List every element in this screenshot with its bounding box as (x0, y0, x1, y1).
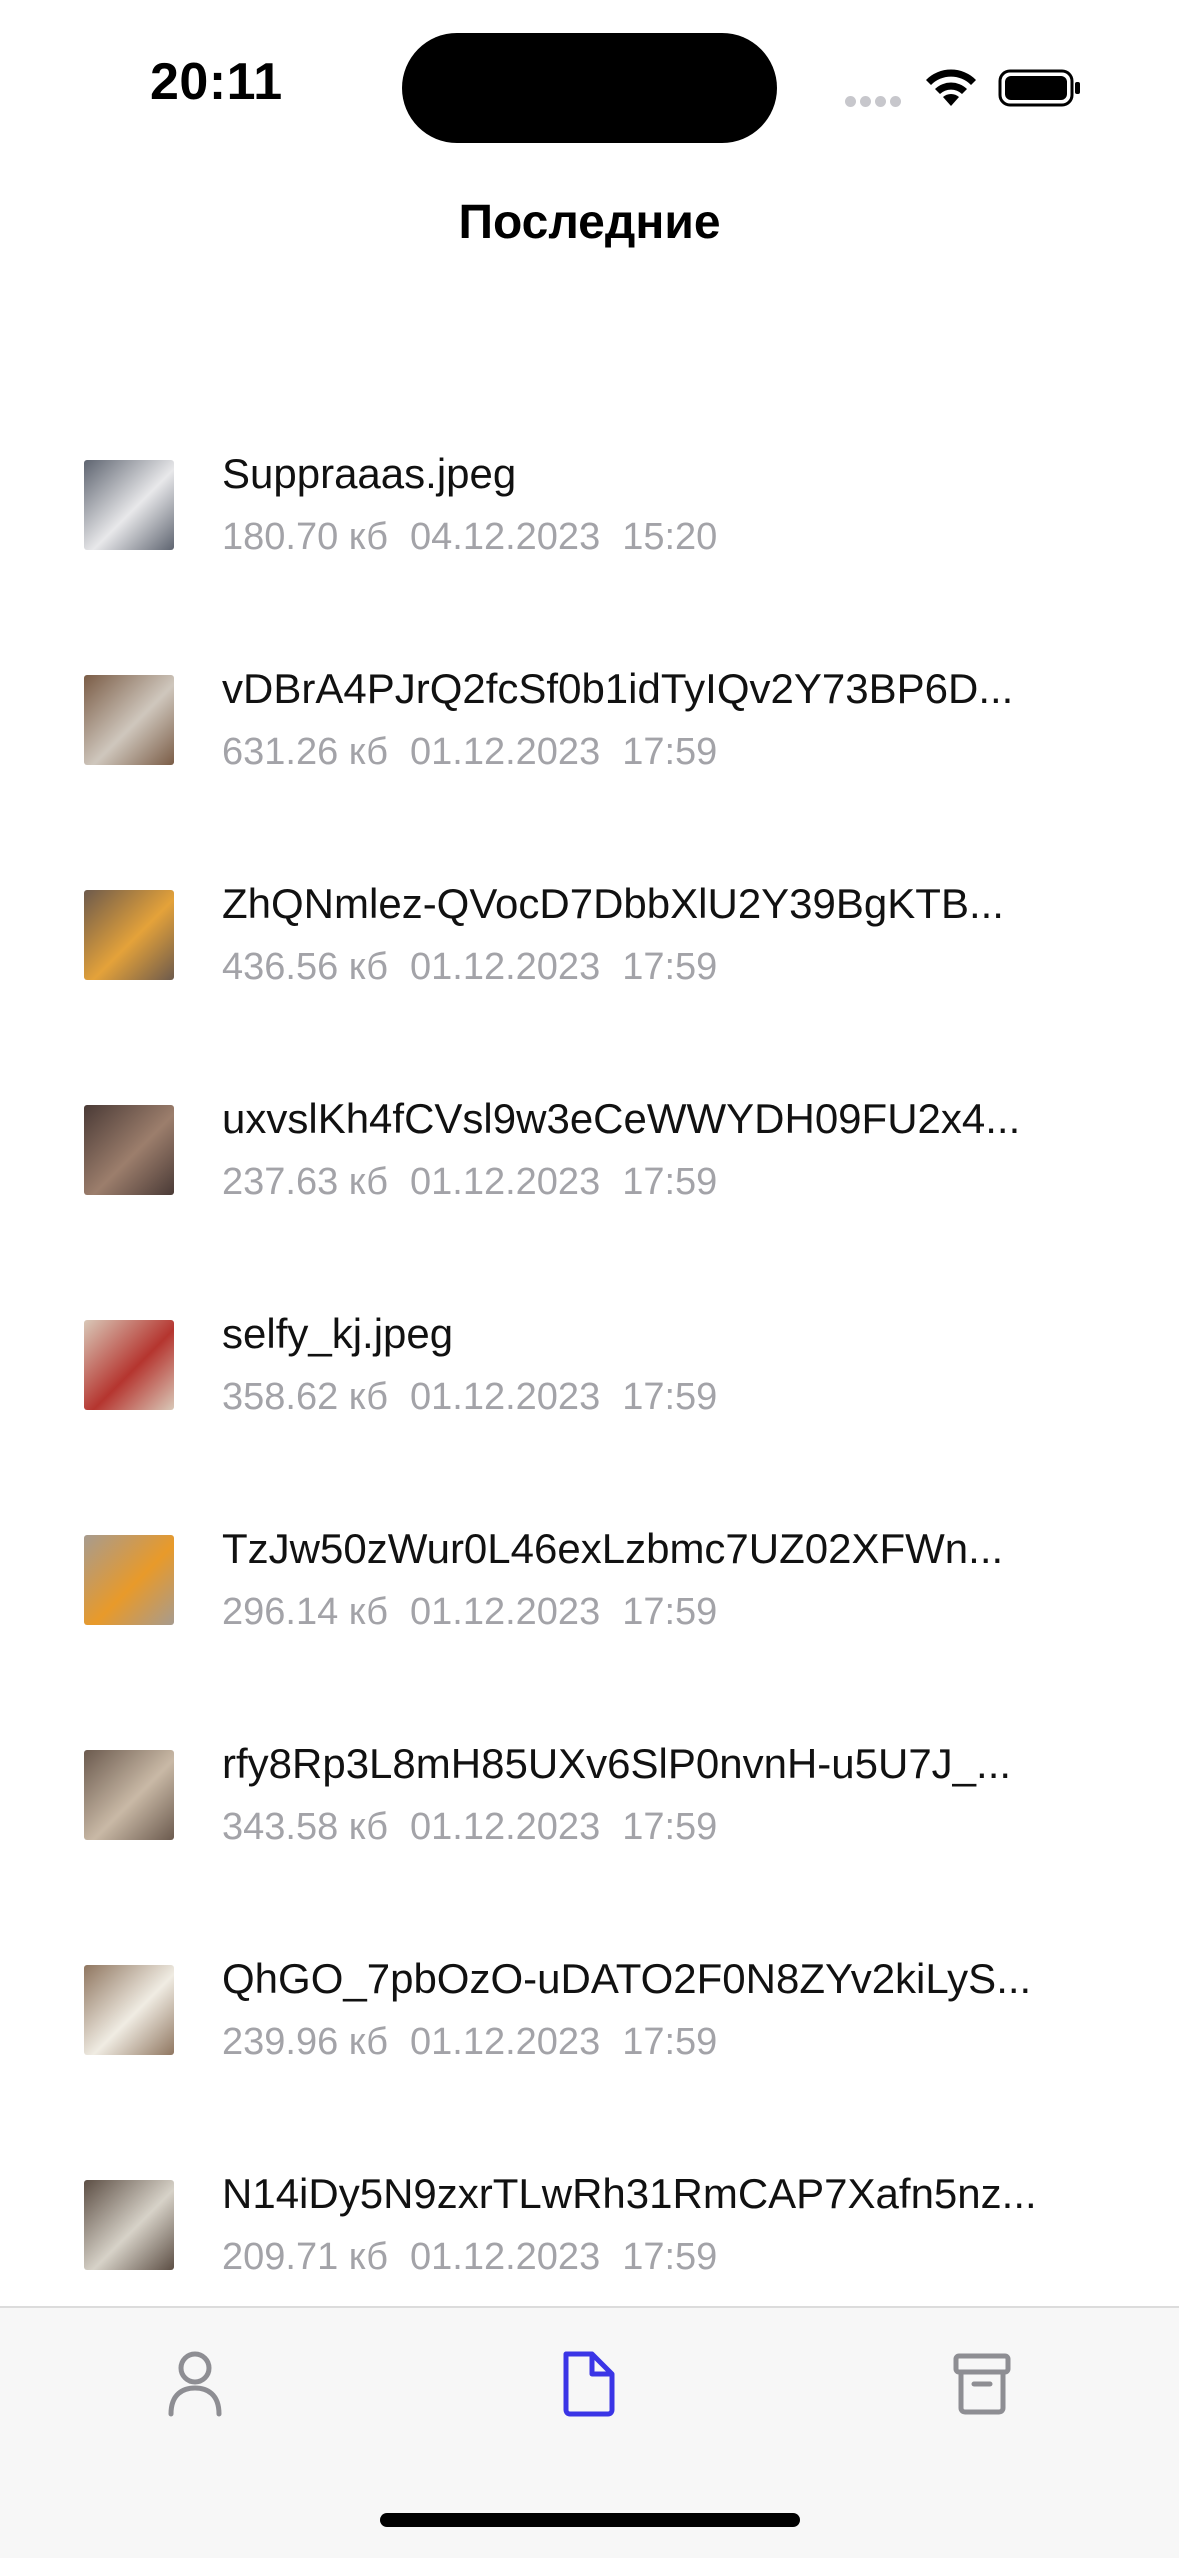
file-size: 209.71 кб (222, 2236, 389, 2278)
file-size: 239.96 кб (222, 2021, 389, 2063)
file-meta: 239.96 кб 01.12.2023 17:59 (222, 2019, 739, 2065)
file-thumbnail (84, 2180, 174, 2270)
file-thumbnail (84, 1105, 174, 1195)
file-time: 17:59 (622, 2236, 718, 2278)
cellular-signal-icon (845, 94, 905, 112)
file-date: 01.12.2023 (410, 2021, 601, 2063)
file-meta: 631.26 кб 01.12.2023 17:59 (222, 729, 739, 775)
file-time: 17:59 (622, 1376, 718, 1418)
file-meta: 180.70 кб 04.12.2023 15:20 (222, 514, 739, 560)
file-list-item[interactable]: rfy8Rp3L8mH85UXv6SlP0nvnH-u5U7J_... 343.… (0, 1710, 1179, 1925)
file-thumbnail (84, 460, 174, 550)
file-thumbnail (84, 1750, 174, 1840)
file-size: 237.63 кб (222, 1161, 389, 1203)
file-size: 436.56 кб (222, 946, 389, 988)
file-thumbnail (84, 675, 174, 765)
tab-profile[interactable] (135, 2338, 255, 2448)
file-list-item[interactable]: TzJw50zWur0L46exLzbmc7UZ02XFWn... 296.14… (0, 1495, 1179, 1710)
archive-icon (953, 2353, 1011, 2415)
file-date: 04.12.2023 (410, 516, 601, 558)
page-title: Последние (458, 196, 721, 249)
file-name: selfy_kj.jpeg (222, 1310, 454, 1357)
file-name: ZhQNmlez-QVocD7DbbXlU2Y39BgKTB... (222, 880, 1004, 927)
file-time: 17:59 (622, 731, 718, 773)
home-indicator (380, 2513, 800, 2527)
tab-archive[interactable] (922, 2338, 1042, 2448)
file-thumbnail (84, 1535, 174, 1625)
person-icon (168, 2351, 222, 2417)
file-date: 01.12.2023 (410, 1591, 601, 1633)
file-list: Suppraaas.jpeg 180.70 кб 04.12.2023 15:20 … (0, 420, 1179, 2355)
file-thumbnail (84, 1965, 174, 2055)
file-meta: 237.63 кб 01.12.2023 17:59 (222, 1159, 739, 1205)
file-size: 296.14 кб (222, 1591, 389, 1633)
file-time: 17:59 (622, 946, 718, 988)
file-size: 631.26 кб (222, 731, 389, 773)
file-date: 01.12.2023 (410, 946, 601, 988)
file-time: 17:59 (622, 1591, 718, 1633)
file-name: N14iDy5N9zxrTLwRh31RmCAP7Xafn5nz... (222, 2170, 1037, 2217)
file-time: 17:59 (622, 1161, 718, 1203)
document-icon (563, 2351, 615, 2417)
file-name: TzJw50zWur0L46exLzbmc7UZ02XFWn... (222, 1525, 1004, 1572)
file-name: vDBrA4PJrQ2fcSf0b1idTyIQv2Y73BP6D... (222, 665, 1014, 712)
file-list-item[interactable]: vDBrA4PJrQ2fcSf0b1idTyIQv2Y73BP6D... 631… (0, 635, 1179, 850)
tab-files[interactable] (528, 2338, 648, 2448)
file-list-item[interactable]: Suppraaas.jpeg 180.70 кб 04.12.2023 15:20 (0, 420, 1179, 635)
file-meta: 358.62 кб 01.12.2023 17:59 (222, 1374, 739, 1420)
file-date: 01.12.2023 (410, 731, 601, 773)
file-meta: 296.14 кб 01.12.2023 17:59 (222, 1589, 739, 1635)
file-list-item[interactable]: QhGO_7pbOzO-uDATO2F0N8ZYv2kiLyS... 239.9… (0, 1925, 1179, 2140)
file-date: 01.12.2023 (410, 1376, 601, 1418)
file-size: 358.62 кб (222, 1376, 389, 1418)
file-time: 17:59 (622, 1806, 718, 1848)
file-name: rfy8Rp3L8mH85UXv6SlP0nvnH-u5U7J_... (222, 1740, 1012, 1787)
file-name: QhGO_7pbOzO-uDATO2F0N8ZYv2kiLyS... (222, 1955, 1032, 2002)
file-name: uxvslKh4fCVsl9w3eCeWWYDH09FU2x4... (222, 1095, 1021, 1142)
file-date: 01.12.2023 (410, 1806, 601, 1848)
battery-icon (998, 69, 1080, 107)
wifi-icon (926, 69, 976, 106)
file-meta: 209.71 кб 01.12.2023 17:59 (222, 2234, 739, 2280)
file-list-item[interactable]: uxvslKh4fCVsl9w3eCeWWYDH09FU2x4... 237.6… (0, 1065, 1179, 1280)
file-list-item[interactable]: ZhQNmlez-QVocD7DbbXlU2Y39BgKTB... 436.56… (0, 850, 1179, 1065)
file-size: 343.58 кб (222, 1806, 389, 1848)
file-date: 01.12.2023 (410, 1161, 601, 1203)
file-time: 17:59 (622, 2021, 718, 2063)
file-date: 01.12.2023 (410, 2236, 601, 2278)
status-bar: 20:11 (0, 0, 1179, 170)
file-thumbnail (84, 890, 174, 980)
file-name: Suppraaas.jpeg (222, 450, 517, 497)
dynamic-island (402, 33, 777, 143)
file-size: 180.70 кб (222, 516, 389, 558)
file-meta: 436.56 кб 01.12.2023 17:59 (222, 944, 739, 990)
file-list-item[interactable]: selfy_kj.jpeg 358.62 кб 01.12.2023 17:59 (0, 1280, 1179, 1495)
status-time: 20:11 (150, 53, 283, 111)
file-thumbnail (84, 1320, 174, 1410)
file-meta: 343.58 кб 01.12.2023 17:59 (222, 1804, 739, 1850)
file-time: 15:20 (622, 516, 718, 558)
